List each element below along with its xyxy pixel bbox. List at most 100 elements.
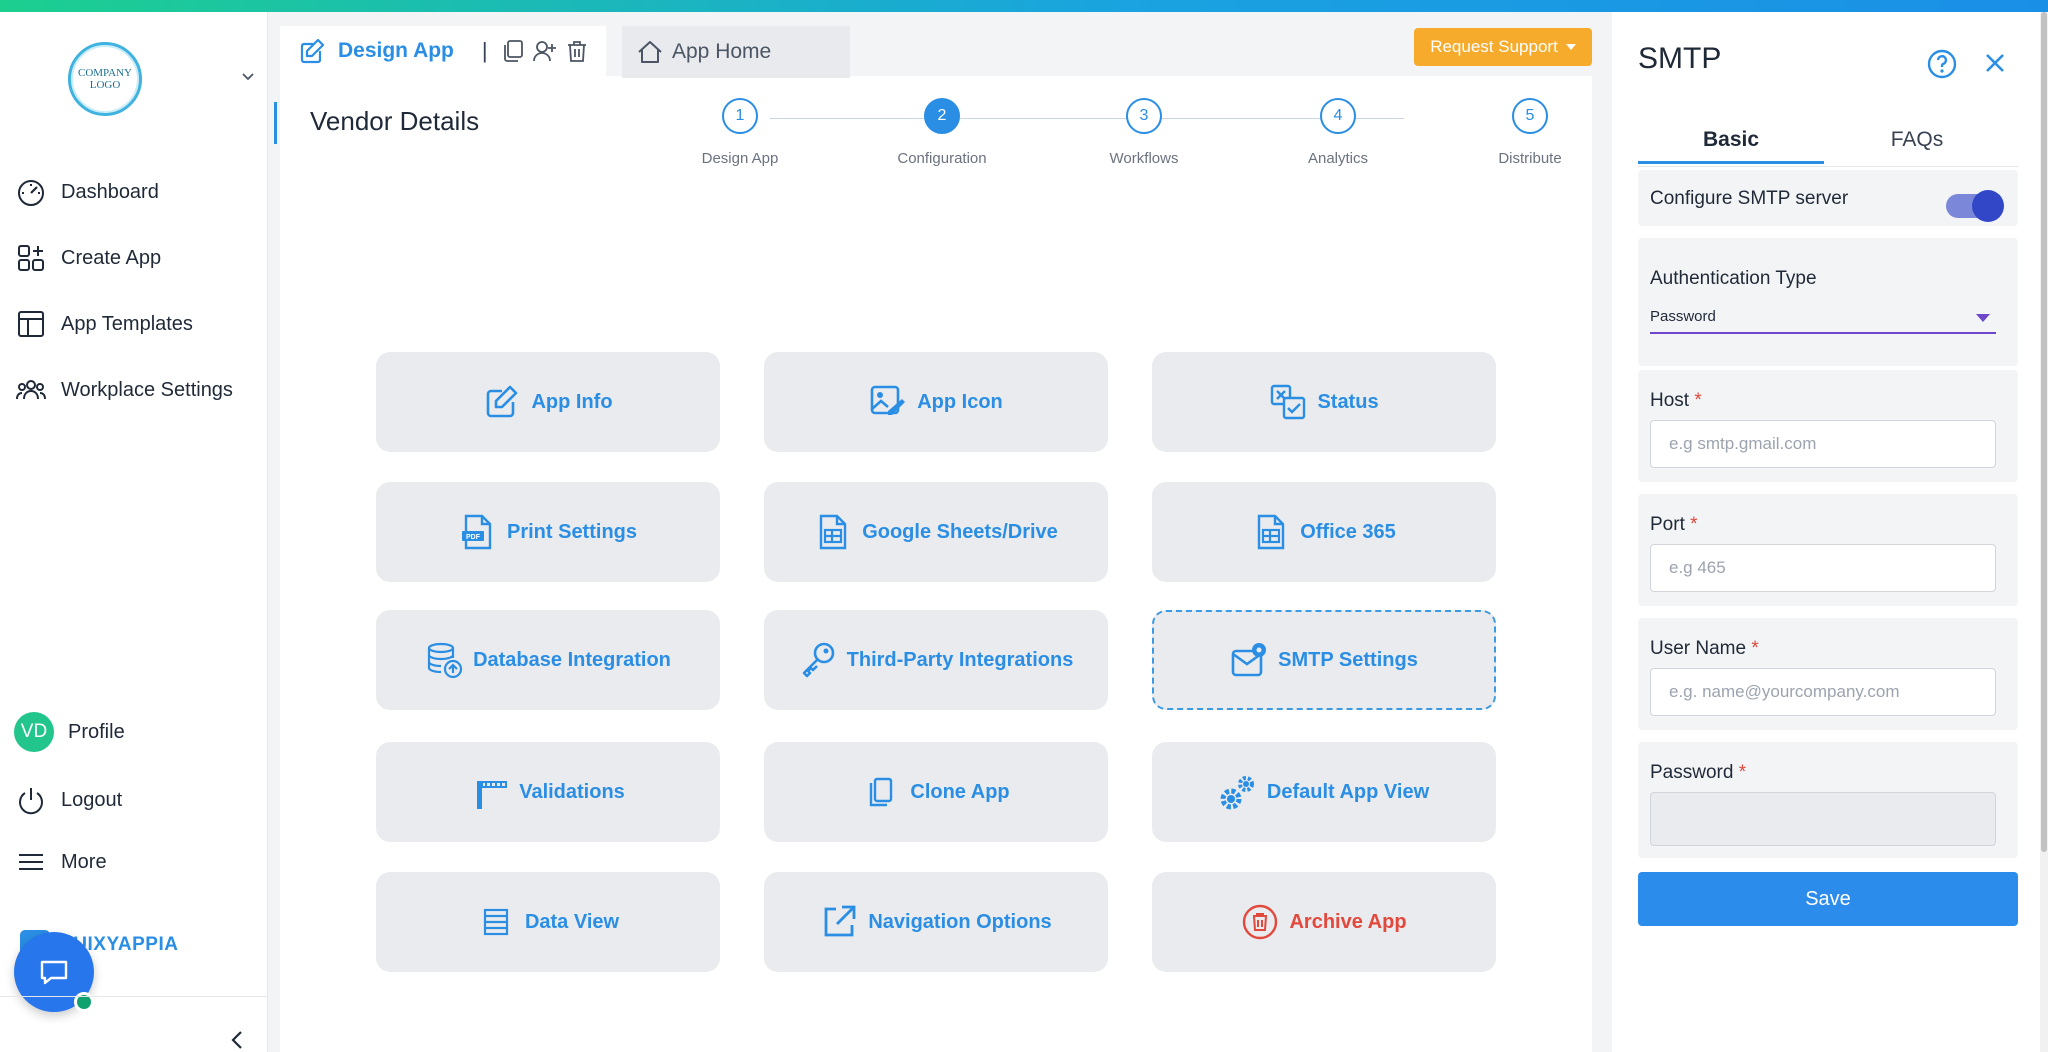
- card-validations[interactable]: Validations: [376, 742, 720, 842]
- status-icon: [1271, 384, 1306, 420]
- sheet-icon: [819, 514, 847, 550]
- sidebar-item-logout[interactable]: Logout: [16, 780, 122, 820]
- title-accent-bar: [274, 102, 277, 144]
- step-number: 5: [1512, 98, 1548, 134]
- stepper-line: [770, 118, 1404, 119]
- auth-type-select[interactable]: Password: [1650, 304, 1996, 334]
- company-logo[interactable]: COMPANY LOGO: [68, 42, 142, 116]
- card-default-app-view[interactable]: Default App View: [1152, 742, 1496, 842]
- page-scrollbar[interactable]: [2040, 12, 2048, 1052]
- step-1[interactable]: 1: [722, 98, 762, 138]
- card-label: App Icon: [917, 390, 1003, 413]
- tab-faqs[interactable]: FAQs: [1824, 114, 2010, 164]
- step-4[interactable]: 4: [1320, 98, 1360, 138]
- main-content: Design App | App Home Request Support Ve…: [274, 12, 1592, 1052]
- configure-smtp-toggle[interactable]: [1946, 190, 2004, 222]
- configure-label: Configure SMTP server: [1650, 188, 1849, 209]
- sidebar-item-profile[interactable]: VD Profile: [14, 712, 125, 752]
- card-label: SMTP Settings: [1278, 648, 1418, 671]
- gears-icon: [1220, 776, 1254, 810]
- scroll-thumb[interactable]: [2041, 12, 2047, 852]
- step-label: Workflows: [1109, 150, 1179, 167]
- username-input[interactable]: [1650, 668, 1996, 716]
- tab-design-app[interactable]: Design App |: [280, 26, 606, 78]
- trash-icon[interactable]: [564, 38, 590, 64]
- card-status[interactable]: Status: [1152, 352, 1496, 452]
- sidebar-item-label: Dashboard: [61, 180, 159, 203]
- copy-icon: [870, 777, 893, 807]
- sidebar-item-label: Profile: [68, 720, 125, 743]
- close-icon[interactable]: [1982, 50, 2008, 76]
- home-icon: [638, 41, 662, 63]
- step-number: 1: [722, 98, 758, 134]
- card-navigation-options[interactable]: Navigation Options: [764, 872, 1108, 972]
- grid-plus-icon: [18, 245, 44, 271]
- sidebar-item-label: App Templates: [61, 312, 193, 335]
- card-office-365[interactable]: Office 365: [1152, 482, 1496, 582]
- sidebar-item-label: Create App: [61, 246, 162, 269]
- step-label: Distribute: [1498, 150, 1562, 167]
- tab-underline: [1638, 166, 2018, 167]
- card-third-party-integrations[interactable]: Third-Party Integrations: [764, 610, 1108, 710]
- password-input[interactable]: [1650, 792, 1996, 846]
- step-number: 2: [924, 98, 960, 134]
- tab-separator: |: [481, 38, 488, 63]
- save-button[interactable]: Save: [1638, 872, 2018, 926]
- step-5[interactable]: 5: [1512, 98, 1552, 138]
- username-label: User Name *: [1650, 638, 1759, 660]
- card-label: Office 365: [1300, 520, 1396, 543]
- copy-icon[interactable]: [500, 38, 526, 64]
- tab-basic[interactable]: Basic: [1638, 114, 1824, 164]
- card-print-settings[interactable]: PDF Print Settings: [376, 482, 720, 582]
- tab-title: App Home: [672, 40, 772, 63]
- port-label-text: Port: [1650, 514, 1685, 535]
- card-database-integration[interactable]: Database Integration: [376, 610, 720, 710]
- card-label: Google Sheets/Drive: [862, 520, 1058, 543]
- sidebar-item-label: Logout: [61, 788, 123, 811]
- card-label: Archive App: [1289, 910, 1407, 933]
- chevron-down-icon[interactable]: [240, 68, 256, 84]
- toggle-knob: [1972, 190, 2004, 222]
- port-input[interactable]: [1650, 544, 1996, 592]
- card-google-sheets[interactable]: Google Sheets/Drive: [764, 482, 1108, 582]
- power-icon: [19, 788, 43, 815]
- sidebar-item-dashboard[interactable]: Dashboard: [16, 172, 159, 212]
- auth-type-value: Password: [1650, 308, 1716, 325]
- help-icon[interactable]: [1926, 48, 1958, 80]
- request-support-button[interactable]: Request Support: [1414, 28, 1592, 66]
- configure-smtp-section: Configure SMTP server: [1638, 170, 2018, 226]
- sidebar-item-app-templates[interactable]: App Templates: [16, 304, 193, 344]
- key-icon: [802, 642, 834, 678]
- step-label: Analytics: [1307, 150, 1369, 167]
- step-number: 4: [1320, 98, 1356, 134]
- step-label: Configuration: [897, 150, 987, 167]
- card-label: Third-Party Integrations: [846, 648, 1074, 671]
- card-data-view[interactable]: Data View: [376, 872, 720, 972]
- chevron-left-icon[interactable]: [226, 1028, 250, 1052]
- card-clone-app[interactable]: Clone App: [764, 742, 1108, 842]
- chat-icon: [40, 960, 68, 985]
- card-app-icon[interactable]: App Icon: [764, 352, 1108, 452]
- svg-text:PDF: PDF: [466, 534, 481, 541]
- card-label: Data View: [524, 910, 620, 933]
- chat-button[interactable]: [14, 932, 94, 1012]
- tab-app-home[interactable]: App Home: [622, 26, 850, 78]
- sidebar-divider: [0, 996, 268, 997]
- card-app-info[interactable]: App Info: [376, 352, 720, 452]
- external-link-icon: [824, 905, 856, 937]
- host-input[interactable]: [1650, 420, 1996, 468]
- add-user-icon[interactable]: [532, 38, 558, 64]
- sidebar-item-more[interactable]: More: [16, 842, 107, 882]
- card-label: Validations: [519, 780, 625, 803]
- mail-gear-icon: [1231, 643, 1267, 677]
- menu-icon: [19, 854, 43, 870]
- sidebar-item-workplace-settings[interactable]: Workplace Settings: [16, 370, 233, 410]
- required-mark: *: [1694, 390, 1702, 411]
- card-smtp-settings[interactable]: SMTP Settings: [1152, 610, 1496, 710]
- step-3[interactable]: 3: [1126, 98, 1166, 138]
- barrier-icon: [477, 781, 508, 809]
- card-archive-app[interactable]: Archive App: [1152, 872, 1496, 972]
- password-section: Password *: [1638, 742, 2018, 858]
- sidebar-item-create-app[interactable]: Create App: [16, 238, 161, 278]
- step-2[interactable]: 2: [924, 98, 964, 138]
